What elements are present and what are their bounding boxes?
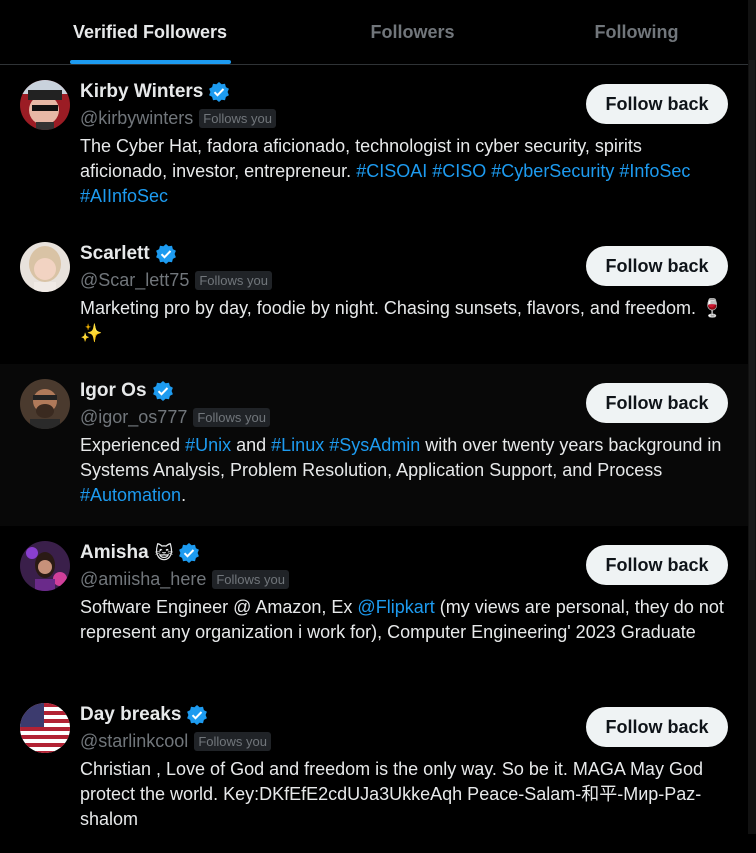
bio-text: Marketing pro by day, foodie by night. C… xyxy=(80,298,724,343)
user-bio: Christian , Love of God and freedom is t… xyxy=(80,757,728,832)
follow-back-button[interactable]: Follow back xyxy=(586,707,728,747)
follows-you-badge: Follows you xyxy=(194,731,271,751)
bio-text: Software Engineer @ Amazon, Ex xyxy=(80,597,358,617)
follow-back-button[interactable]: Follow back xyxy=(586,545,728,585)
bio-link[interactable]: #SysAdmin xyxy=(329,435,420,455)
follows-you-badge: Follows you xyxy=(195,270,272,290)
verified-badge-icon xyxy=(155,244,176,264)
follows-you-badge: Follows you xyxy=(212,569,289,589)
tab-followers[interactable]: Followers xyxy=(300,0,525,64)
user-name[interactable]: Igor Os xyxy=(80,380,147,402)
tab-following[interactable]: Following xyxy=(525,0,748,64)
bio-link[interactable]: #CISO xyxy=(432,161,486,181)
bio-text: Experienced xyxy=(80,435,186,455)
follow-back-button[interactable]: Follow back xyxy=(586,246,728,286)
user-bio: Marketing pro by day, foodie by night. C… xyxy=(80,296,728,346)
list-item[interactable]: Day breaks @starlinkcool Follows you Chr… xyxy=(0,688,748,853)
user-handle[interactable]: @kirbywinters xyxy=(80,108,193,129)
avatar[interactable] xyxy=(20,242,70,292)
tab-verified-followers[interactable]: Verified Followers xyxy=(0,0,300,64)
user-handle[interactable]: @amiisha_here xyxy=(80,569,206,590)
bio-link[interactable]: #Unix xyxy=(185,435,231,455)
user-bio: The Cyber Hat, fadora aficionado, techno… xyxy=(80,134,728,209)
bio-link[interactable]: #CyberSecurity xyxy=(491,161,614,181)
follows-you-badge: Follows you xyxy=(199,108,276,128)
avatar[interactable] xyxy=(20,541,70,591)
us-flag-icon xyxy=(20,703,70,753)
active-tab-indicator xyxy=(70,60,231,64)
bio-link[interactable]: #Automation xyxy=(80,485,181,505)
user-name[interactable]: Amisha xyxy=(80,542,149,564)
scrollbar[interactable] xyxy=(748,0,756,834)
bio-link[interactable]: #CISOAI xyxy=(356,161,427,181)
user-name[interactable]: Kirby Winters xyxy=(80,81,203,103)
verified-badge-icon xyxy=(209,82,230,102)
user-handle[interactable]: @Scar_lett75 xyxy=(80,270,189,291)
avatar[interactable] xyxy=(20,703,70,753)
list-item[interactable]: Scarlett @Scar_lett75 Follows you Market… xyxy=(0,227,748,364)
tab-label: Following xyxy=(594,21,679,42)
list-item[interactable]: Kirby Winters @kirbywinters Follows you … xyxy=(0,65,748,227)
verified-badge-icon xyxy=(187,705,208,725)
scrollbar-thumb[interactable] xyxy=(749,60,755,580)
bio-text: and xyxy=(231,435,272,455)
follow-back-button[interactable]: Follow back xyxy=(586,84,728,124)
tab-label: Followers xyxy=(370,21,455,42)
user-bio: Software Engineer @ Amazon, Ex @Flipkart… xyxy=(80,595,728,645)
followers-list: Kirby Winters @kirbywinters Follows you … xyxy=(0,65,748,853)
user-name[interactable]: Day breaks xyxy=(80,704,181,726)
avatar[interactable] xyxy=(20,379,70,429)
tab-label: Verified Followers xyxy=(72,21,228,42)
user-handle[interactable]: @starlinkcool xyxy=(80,731,188,752)
user-name[interactable]: Scarlett xyxy=(80,243,150,265)
follows-you-badge: Follows you xyxy=(193,407,270,427)
bio-text: . xyxy=(181,485,187,505)
user-bio: Experienced #Unix and #Linux #SysAdmin w… xyxy=(80,433,728,508)
bio-link[interactable]: #InfoSec xyxy=(619,161,690,181)
follow-back-button[interactable]: Follow back xyxy=(586,383,728,423)
avatar[interactable] xyxy=(20,80,70,130)
tab-bar: Verified Followers Followers Following xyxy=(0,0,748,65)
bio-link[interactable]: #AIInfoSec xyxy=(80,186,168,206)
user-handle[interactable]: @igor_os777 xyxy=(80,407,187,428)
list-item[interactable]: Igor Os @igor_os777 Follows you Experien… xyxy=(0,364,748,526)
verified-badge-icon xyxy=(179,543,200,563)
list-item[interactable]: Amisha 😺 @amiisha_here Follows you Softw… xyxy=(0,526,748,688)
cat-emoji: 😺 xyxy=(154,542,174,563)
verified-badge-icon xyxy=(152,381,173,401)
bio-link[interactable]: @Flipkart xyxy=(357,597,434,617)
bio-link[interactable]: #Linux xyxy=(271,435,324,455)
bio-text: Christian , Love of God and freedom is t… xyxy=(80,759,703,829)
